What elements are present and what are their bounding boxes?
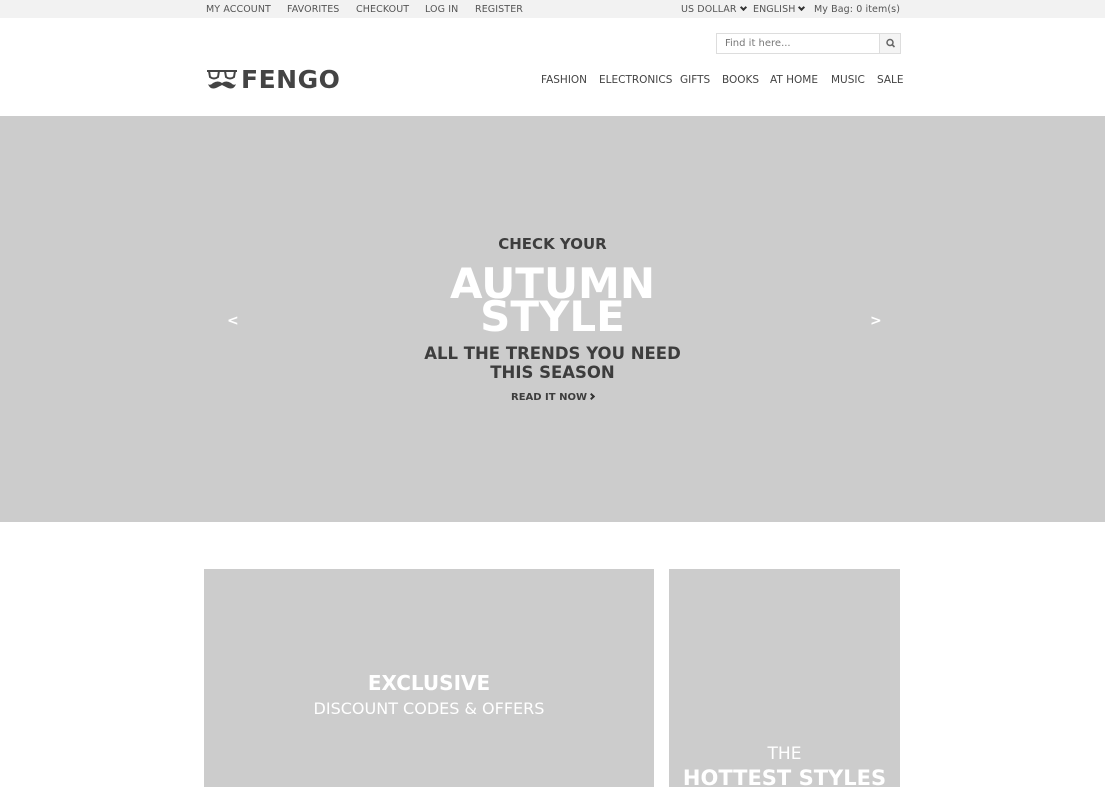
search-input[interactable] <box>717 34 879 53</box>
hero-pre-title: CHECK YOUR <box>498 235 607 253</box>
favorites-link[interactable]: Favorites <box>287 4 339 15</box>
nav-fashion[interactable]: Fashion <box>541 74 587 86</box>
hero-subtitle-line1: ALL THE TRENDS YOU NEED <box>424 344 681 363</box>
nav-gifts[interactable]: Gifts <box>680 74 710 86</box>
promo-hottest-pre-title: THE <box>767 744 802 764</box>
hero-title-line2: STYLE <box>480 292 625 341</box>
search-icon <box>886 38 896 48</box>
promo-exclusive-title: EXCLUSIVE <box>367 671 491 695</box>
nav-electronics[interactable]: Electronics <box>599 74 672 86</box>
nav-sale[interactable]: Sale <box>877 74 904 86</box>
hero-read-more-label: Read it now <box>511 392 587 403</box>
glasses-mustache-icon <box>207 70 237 89</box>
currency-label: US Dollar <box>681 4 737 15</box>
register-link[interactable]: Register <box>475 4 523 15</box>
hero-subtitle-line2: THIS SEASON <box>490 363 615 382</box>
language-label: English <box>753 4 796 15</box>
checkout-link[interactable]: Checkout <box>356 4 409 15</box>
nav-books[interactable]: Books <box>722 74 759 86</box>
promo-hottest-title: HOTTEST STYLES <box>682 766 887 787</box>
top-utility-bar: My Account Favorites Checkout Log In Reg… <box>0 0 1105 18</box>
search-box <box>716 33 901 54</box>
nav-music[interactable]: Music <box>831 74 865 86</box>
chevron-right-icon <box>587 392 596 401</box>
brand-name: FENGO <box>241 65 341 94</box>
chevron-down-icon <box>739 3 747 12</box>
hero-read-more-link[interactable]: Read it now <box>0 392 1105 403</box>
search-button[interactable] <box>879 34 900 53</box>
hero-slider: < > CHECK YOUR AUTUMN STYLE ALL THE TREN… <box>0 116 1105 522</box>
promo-hottest-styles-tile[interactable]: THE HOTTEST STYLES <box>669 569 900 787</box>
nav-at-home[interactable]: At Home <box>770 74 818 86</box>
language-selector[interactable]: English <box>753 3 806 15</box>
chevron-down-icon <box>798 3 806 12</box>
my-account-link[interactable]: My Account <box>206 4 271 15</box>
promo-exclusive-subtitle: DISCOUNT CODES & OFFERS <box>313 699 545 718</box>
currency-selector[interactable]: US Dollar <box>681 3 747 15</box>
my-bag-link[interactable]: My Bag: 0 item(s) <box>814 4 900 15</box>
promo-exclusive-tile[interactable]: EXCLUSIVE DISCOUNT CODES & OFFERS <box>204 569 654 787</box>
log-in-link[interactable]: Log In <box>425 4 458 15</box>
